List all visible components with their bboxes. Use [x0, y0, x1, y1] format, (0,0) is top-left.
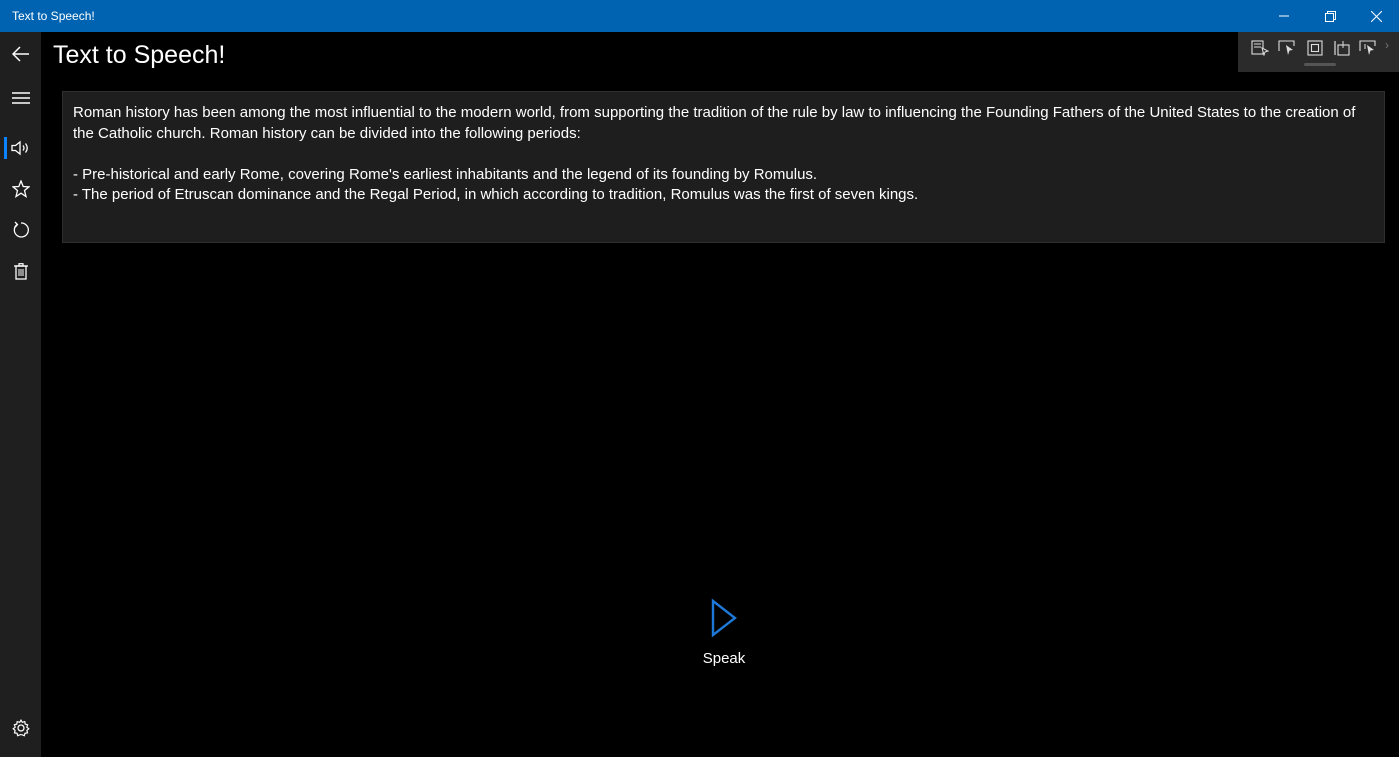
track-focus-button[interactable] [1331, 38, 1353, 58]
xaml-debug-toolbar: › [1238, 32, 1399, 72]
hamburger-icon [11, 92, 30, 104]
window-title: Text to Speech! [12, 9, 95, 23]
hot-reload-icon [1359, 40, 1376, 55]
close-icon [1370, 10, 1382, 22]
select-element-icon [1278, 40, 1295, 55]
nav-item-speak[interactable] [0, 128, 41, 168]
nav-item-history[interactable] [0, 210, 41, 250]
nav-item-delete[interactable] [0, 251, 41, 291]
restore-button[interactable] [1307, 0, 1353, 32]
play-icon [711, 598, 737, 638]
close-button[interactable] [1353, 0, 1399, 32]
nav-rail [0, 32, 41, 757]
nav-item-favorites[interactable] [0, 169, 41, 209]
restore-icon [1324, 10, 1336, 22]
settings-button[interactable] [0, 708, 41, 748]
star-icon [11, 180, 30, 198]
menu-button[interactable] [0, 78, 41, 118]
speak-label: Speak [702, 650, 746, 667]
live-visual-tree-button[interactable] [1249, 38, 1271, 58]
chevron-right-icon[interactable]: › [1385, 38, 1389, 52]
minimize-icon [1279, 15, 1289, 17]
page-title: Text to Speech! [53, 41, 226, 69]
display-layout-adorners-button[interactable] [1304, 38, 1326, 58]
track-focus-icon [1334, 41, 1350, 56]
toolbar-grip[interactable] [1304, 63, 1336, 66]
trash-icon [13, 262, 28, 280]
window-controls [1261, 0, 1399, 32]
hot-reload-button[interactable] [1357, 38, 1379, 58]
back-button[interactable] [0, 34, 41, 74]
select-element-button[interactable] [1276, 38, 1298, 58]
speaker-icon [10, 140, 28, 156]
gear-icon [11, 719, 30, 737]
speak-button[interactable]: Speak [684, 598, 764, 698]
refresh-icon [13, 221, 29, 238]
minimize-button[interactable] [1261, 0, 1307, 32]
display-layout-adorners-icon [1307, 40, 1323, 56]
title-bar: Text to Speech! [0, 0, 1399, 32]
back-arrow-icon [11, 46, 29, 62]
live-visual-tree-icon [1251, 40, 1269, 56]
speech-text-input[interactable]: Roman history has been among the most in… [62, 91, 1385, 243]
